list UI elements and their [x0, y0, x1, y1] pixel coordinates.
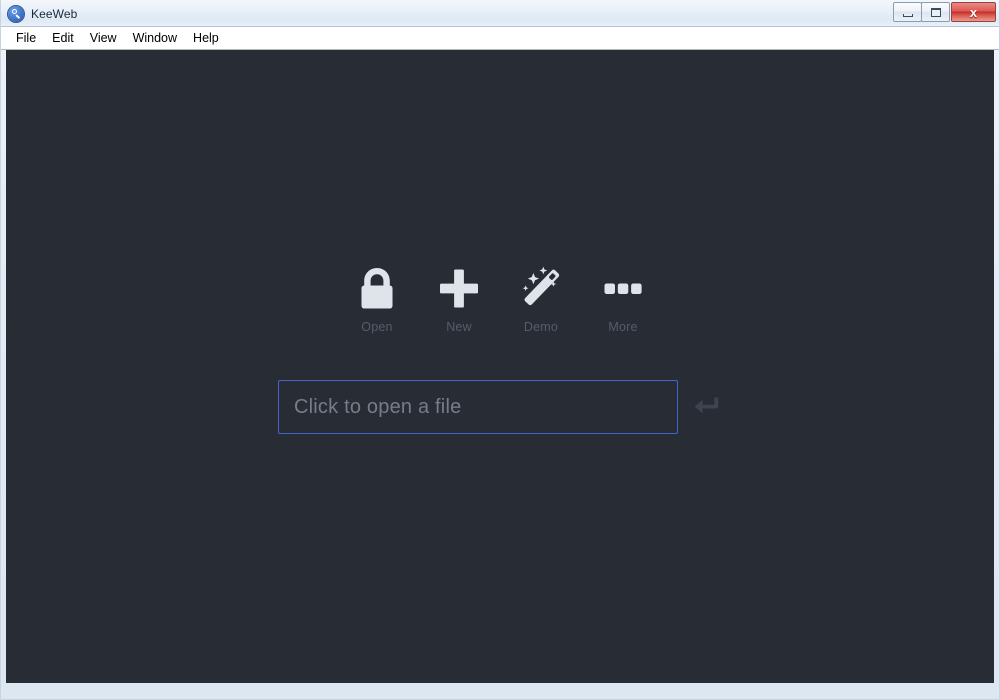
- lock-icon: [354, 262, 400, 314]
- plus-icon: [436, 262, 482, 314]
- maximize-button[interactable]: [921, 2, 950, 22]
- open-file-button[interactable]: Open: [336, 262, 418, 334]
- window-controls: x: [893, 2, 996, 24]
- demo-label: Demo: [523, 320, 559, 334]
- menu-item-window[interactable]: Window: [125, 28, 185, 49]
- intro-screen: Open New Demo More Click to open a file: [6, 50, 994, 683]
- demo-button[interactable]: Demo: [500, 262, 582, 334]
- menu-item-help[interactable]: Help: [185, 28, 227, 49]
- more-label: More: [608, 320, 638, 334]
- enter-return-icon[interactable]: [692, 392, 722, 422]
- menu-item-file[interactable]: File: [8, 28, 44, 49]
- new-file-button[interactable]: New: [418, 262, 500, 334]
- keeweb-logo-icon: [8, 5, 24, 22]
- titlebar-left-group: KeeWeb: [8, 0, 77, 27]
- os-window: KeeWeb x File Edit View Window Help Open…: [0, 0, 1000, 700]
- menu-item-edit[interactable]: Edit: [44, 28, 82, 49]
- window-title: KeeWeb: [31, 6, 78, 21]
- new-file-label: New: [446, 320, 472, 334]
- open-file-label: Open: [361, 320, 393, 334]
- minimize-button[interactable]: [893, 2, 922, 22]
- close-icon: x: [969, 4, 978, 20]
- window-titlebar[interactable]: KeeWeb x: [0, 0, 1000, 27]
- keeweb-app-canvas: Open New Demo More Click to open a file: [6, 50, 994, 683]
- file-drop-input[interactable]: Click to open a file: [278, 380, 678, 434]
- close-button[interactable]: x: [951, 2, 996, 22]
- file-input-placeholder: Click to open a file: [294, 395, 462, 418]
- menu-item-view[interactable]: View: [82, 28, 125, 49]
- intro-action-row: Open New Demo More: [6, 262, 994, 334]
- magic-wand-icon: [516, 262, 566, 314]
- menubar: File Edit View Window Help: [0, 27, 1000, 50]
- more-button[interactable]: More: [582, 262, 664, 334]
- ellipsis-icon: [600, 262, 646, 314]
- open-file-row: Click to open a file: [6, 380, 994, 434]
